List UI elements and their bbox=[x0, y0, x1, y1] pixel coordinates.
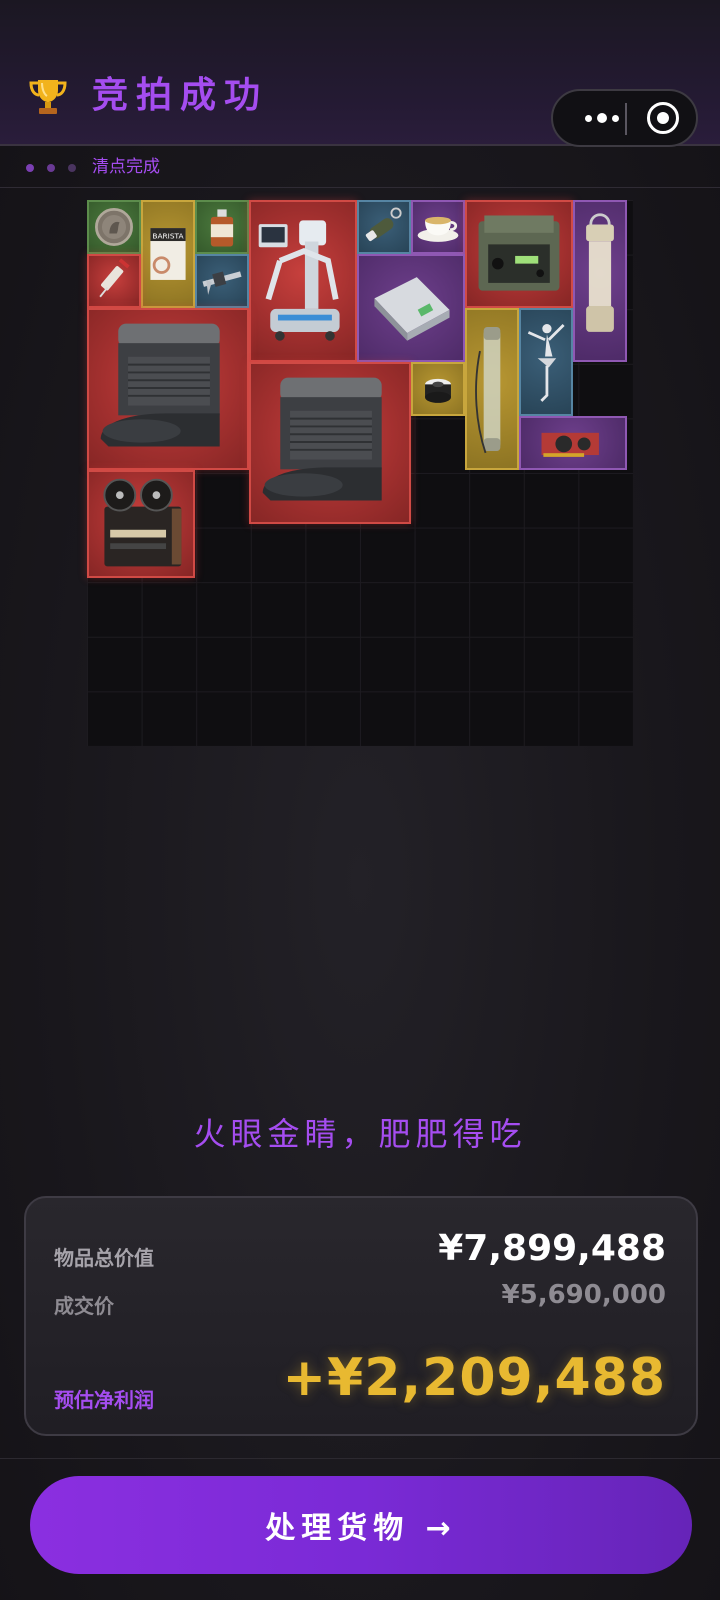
footer-divider bbox=[0, 1458, 720, 1459]
coffee-box-icon: BARISTA bbox=[150, 228, 186, 280]
net-profit-amount: +¥2,209,488 bbox=[282, 1348, 666, 1408]
graphics-card-icon bbox=[541, 432, 599, 457]
capsule-divider bbox=[625, 103, 627, 135]
glass-tube-icon bbox=[475, 326, 501, 454]
syringe-item[interactable] bbox=[87, 254, 141, 308]
caliper-icon bbox=[202, 271, 242, 295]
svg-text:BARISTA: BARISTA bbox=[152, 231, 183, 240]
total-value-amount: ¥7,899,488 bbox=[438, 1228, 666, 1269]
robot-vacuum-item[interactable] bbox=[249, 362, 411, 524]
hard-drive-icon bbox=[374, 277, 450, 341]
ballerina-icon bbox=[527, 323, 565, 402]
progress-dot bbox=[68, 164, 76, 172]
radio-icon bbox=[478, 215, 560, 291]
trophy-icon bbox=[29, 80, 67, 114]
filter-icon bbox=[425, 378, 451, 403]
teacup-icon bbox=[417, 216, 459, 242]
gas-mask-filter-item[interactable] bbox=[411, 362, 465, 416]
slogan-text: 火眼金睛，肥肥得吃 bbox=[193, 1115, 527, 1153]
coin-item[interactable] bbox=[87, 200, 141, 254]
inventory-grid: BARISTA bbox=[87, 200, 633, 746]
mini-program-capsule bbox=[551, 89, 698, 147]
robot-vacuum-icon bbox=[262, 377, 382, 501]
more-dots-icon[interactable] bbox=[573, 91, 631, 145]
status-strip: 清点完成 bbox=[0, 148, 720, 188]
deal-price-amount: ¥5,690,000 bbox=[501, 1280, 666, 1310]
progress-dot bbox=[26, 164, 34, 172]
reel-tape-recorder-item[interactable] bbox=[87, 470, 195, 578]
target-close-icon[interactable] bbox=[647, 102, 679, 134]
lantern-icon bbox=[586, 213, 614, 332]
coin-icon bbox=[95, 208, 133, 246]
hard-drive-item[interactable] bbox=[357, 254, 465, 362]
surgical-robot-item[interactable] bbox=[249, 200, 357, 362]
ballerina-statue-item[interactable] bbox=[519, 308, 573, 416]
glass-tube-item[interactable] bbox=[465, 308, 519, 470]
status-text: 清点完成 bbox=[92, 157, 160, 177]
teacup-item[interactable] bbox=[411, 200, 465, 254]
lantern-item[interactable] bbox=[573, 200, 627, 362]
military-radio-item[interactable] bbox=[465, 200, 573, 308]
progress-dot bbox=[47, 164, 55, 172]
total-value-label: 物品总价值 bbox=[54, 1246, 154, 1270]
process-goods-button[interactable]: 处理货物 → bbox=[30, 1476, 692, 1574]
graphics-card-item[interactable] bbox=[519, 416, 627, 470]
tape-recorder-icon bbox=[103, 478, 182, 567]
usb-drive-item[interactable] bbox=[357, 200, 411, 254]
net-profit-label: 预估净利润 bbox=[54, 1388, 154, 1412]
syringe-icon bbox=[99, 258, 130, 298]
top-bar: 竞拍成功 bbox=[0, 0, 720, 147]
bottle-icon bbox=[210, 209, 234, 247]
usb-icon bbox=[365, 207, 402, 242]
profit-summary-card: 物品总价值 ¥7,899,488 成交价 ¥5,690,000 预估净利润 +¥… bbox=[24, 1196, 698, 1436]
progress-dots bbox=[26, 164, 76, 172]
robot-vacuum-icon bbox=[100, 323, 220, 447]
barista-box-item[interactable]: BARISTA bbox=[141, 200, 195, 308]
surgical-robot-icon bbox=[258, 220, 340, 341]
page-title: 竞拍成功 bbox=[92, 75, 269, 116]
robot-vacuum-item[interactable] bbox=[87, 308, 249, 470]
deal-price-label: 成交价 bbox=[54, 1294, 114, 1318]
medicine-bottle-item[interactable] bbox=[195, 200, 249, 254]
caliper-item[interactable] bbox=[195, 254, 249, 308]
